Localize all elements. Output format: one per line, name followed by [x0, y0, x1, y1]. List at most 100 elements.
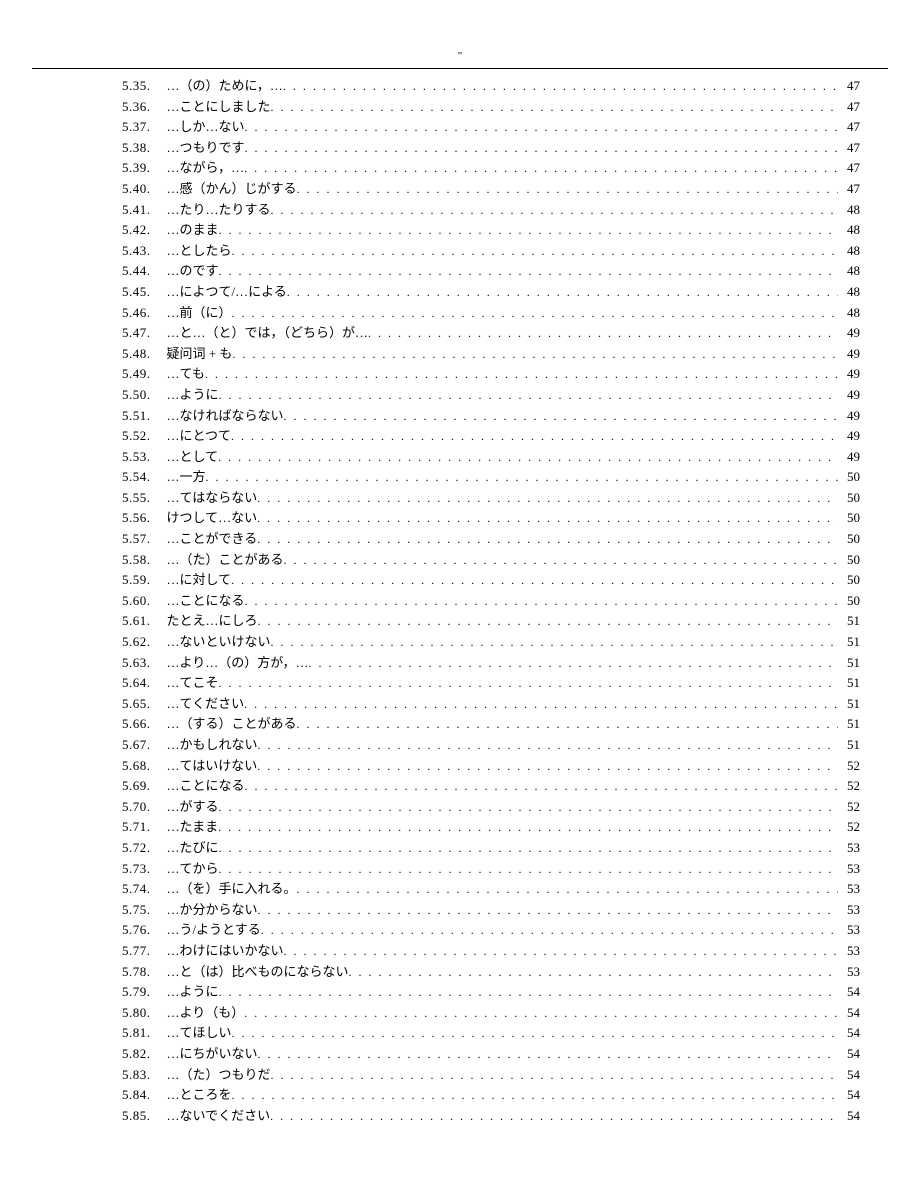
toc-leader-dots: . . . . . . . . . . . . . . . . . . . . … [231, 426, 838, 447]
toc-entry: 5.60.…ことになる. . . . . . . . . . . . . . .… [60, 591, 860, 612]
toc-leader-dots: . . . . . . . . . . . . . . . . . . . . … [244, 694, 838, 715]
toc-leader-dots: . . . . . . . . . . . . . . . . . . . . … [205, 364, 838, 385]
toc-entry: 5.36.…ことにしました. . . . . . . . . . . . . .… [60, 97, 860, 118]
toc-leader-dots: . . . . . . . . . . . . . . . . . . . . … [206, 467, 838, 488]
toc-entry-page: 54 [838, 1044, 860, 1065]
toc-leader-dots: . . . . . . . . . . . . . . . . . . . . … [218, 447, 838, 468]
toc-entry-number: 5.48. [60, 344, 151, 365]
toc-entry-number: 5.55. [60, 488, 151, 509]
toc-entry-number: 5.60. [60, 591, 151, 612]
toc-entry-title: …わけにはいかない [151, 941, 284, 962]
toc-entry: 5.39.…ながら，…. . . . . . . . . . . . . . .… [60, 158, 860, 179]
toc-leader-dots: . . . . . . . . . . . . . . . . . . . . … [257, 529, 838, 550]
toc-leader-dots: . . . . . . . . . . . . . . . . . . . . … [271, 632, 838, 653]
toc-entry-title: …う/ようとする [151, 920, 261, 941]
toc-entry: 5.85.…ないでください. . . . . . . . . . . . . .… [60, 1106, 860, 1127]
toc-entry-number: 5.54. [60, 467, 151, 488]
toc-entry: 5.59.…に対して. . . . . . . . . . . . . . . … [60, 570, 860, 591]
toc-entry-title: …てください [151, 694, 245, 715]
toc-entry-title: …ように [151, 982, 219, 1003]
toc-entry-title: …（を）手に入れる。 [151, 879, 297, 900]
toc-entry-page: 48 [838, 220, 860, 241]
toc-leader-dots: . . . . . . . . . . . . . . . . . . . . … [219, 982, 838, 1003]
toc-leader-dots: . . . . . . . . . . . . . . . . . . . . … [232, 344, 838, 365]
toc-entry-page: 47 [838, 138, 860, 159]
toc-entry-page: 50 [838, 529, 860, 550]
toc-entry: 5.40.…感（かん）じがする. . . . . . . . . . . . .… [60, 179, 860, 200]
toc-entry-page: 48 [838, 282, 860, 303]
toc-entry-title: …一方 [151, 467, 206, 488]
toc-leader-dots: . . . . . . . . . . . . . . . . . . . . … [261, 920, 838, 941]
toc-leader-dots: . . . . . . . . . . . . . . . . . . . . … [284, 406, 838, 427]
toc-entry-number: 5.76. [60, 920, 151, 941]
toc-entry-page: 49 [838, 344, 860, 365]
toc-entry: 5.78.…と（は）比べものにならない. . . . . . . . . . .… [60, 962, 860, 983]
toc-entry-number: 5.82. [60, 1044, 151, 1065]
toc-leader-dots: . . . . . . . . . . . . . . . . . . . . … [219, 797, 838, 818]
toc-entry: 5.70.…がする. . . . . . . . . . . . . . . .… [60, 797, 860, 818]
toc-entry-title: …なければならない [151, 406, 284, 427]
toc-leader-dots: . . . . . . . . . . . . . . . . . . . . … [219, 385, 838, 406]
toc-entry-title: …ことにしました [151, 97, 271, 118]
toc-entry-number: 5.64. [60, 673, 151, 694]
toc-entry-title: たとえ…にしろ [151, 611, 258, 632]
toc-entry-number: 5.59. [60, 570, 151, 591]
toc-entry-page: 51 [838, 673, 860, 694]
toc-entry: 5.80.…より（も）. . . . . . . . . . . . . . .… [60, 1003, 860, 1024]
toc-leader-dots: . . . . . . . . . . . . . . . . . . . . … [271, 97, 838, 118]
toc-entry-title: …たまま [151, 817, 219, 838]
toc-entry-number: 5.42. [60, 220, 151, 241]
toc-entry-title: …に対して [151, 570, 232, 591]
toc-entry-number: 5.52. [60, 426, 151, 447]
toc-entry-page: 49 [838, 406, 860, 427]
toc-entry: 5.51.…なければならない. . . . . . . . . . . . . … [60, 406, 860, 427]
toc-entry-title: …ながら，… [151, 158, 245, 179]
toc-entry-title: …てほしい [151, 1023, 232, 1044]
toc-entry-number: 5.38. [60, 138, 151, 159]
toc-entry-title: …前（に） [151, 303, 232, 324]
toc-entry: 5.84.…ところを. . . . . . . . . . . . . . . … [60, 1085, 860, 1106]
toc-entry-title: …（た）ことがある [151, 550, 284, 571]
toc-entry-page: 54 [838, 982, 860, 1003]
toc-entry: 5.64.…てこそ. . . . . . . . . . . . . . . .… [60, 673, 860, 694]
toc-entry-title: …がする [151, 797, 219, 818]
toc-entry: 5.76.…う/ようとする. . . . . . . . . . . . . .… [60, 920, 860, 941]
toc-entry-title: …かもしれない [151, 735, 258, 756]
toc-entry-number: 5.35. [60, 76, 151, 97]
toc-entry-number: 5.57. [60, 529, 151, 550]
toc-entry-page: 54 [838, 1085, 860, 1106]
toc-entry-page: 47 [838, 158, 860, 179]
toc-entry-page: 48 [838, 200, 860, 221]
toc-entry-page: 51 [838, 653, 860, 674]
toc-entry: 5.37.…しか…ない. . . . . . . . . . . . . . .… [60, 117, 860, 138]
toc-entry-page: 49 [838, 364, 860, 385]
toc-entry: 5.41.…たり…たりする. . . . . . . . . . . . . .… [60, 200, 860, 221]
toc-entry: 5.43.…としたら. . . . . . . . . . . . . . . … [60, 241, 860, 262]
toc-entry-title: …ても [151, 364, 205, 385]
toc-entry: 5.71.…たまま. . . . . . . . . . . . . . . .… [60, 817, 860, 838]
toc-entry-title: …つもりです [151, 138, 245, 159]
header-mark: " [458, 50, 463, 62]
toc-leader-dots: . . . . . . . . . . . . . . . . . . . . … [257, 488, 838, 509]
toc-leader-dots: . . . . . . . . . . . . . . . . . . . . … [232, 303, 838, 324]
toc-leader-dots: . . . . . . . . . . . . . . . . . . . . … [245, 776, 838, 797]
toc-entry-page: 48 [838, 261, 860, 282]
toc-entry: 5.55.…てはならない. . . . . . . . . . . . . . … [60, 488, 860, 509]
toc-leader-dots: . . . . . . . . . . . . . . . . . . . . … [284, 941, 838, 962]
toc-entry: 5.48.疑问词 + も. . . . . . . . . . . . . . … [60, 344, 860, 365]
toc-leader-dots: . . . . . . . . . . . . . . . . . . . . … [244, 158, 838, 179]
toc-leader-dots: . . . . . . . . . . . . . . . . . . . . … [258, 735, 838, 756]
toc-entry-page: 49 [838, 426, 860, 447]
toc-leader-dots: . . . . . . . . . . . . . . . . . . . . … [297, 879, 838, 900]
toc-entry: 5.67.…かもしれない. . . . . . . . . . . . . . … [60, 735, 860, 756]
toc-entry-page: 54 [838, 1003, 860, 1024]
toc-entry-number: 5.41. [60, 200, 151, 221]
toc-entry-number: 5.78. [60, 962, 151, 983]
toc-leader-dots: . . . . . . . . . . . . . . . . . . . . … [219, 673, 838, 694]
toc-entry: 5.45.…によつて/…による. . . . . . . . . . . . .… [60, 282, 860, 303]
toc-leader-dots: . . . . . . . . . . . . . . . . . . . . … [232, 1023, 838, 1044]
toc-entry-title: …として [151, 447, 219, 468]
toc-entry-page: 50 [838, 508, 860, 529]
header-rule [32, 68, 888, 69]
toc-entry-page: 50 [838, 570, 860, 591]
